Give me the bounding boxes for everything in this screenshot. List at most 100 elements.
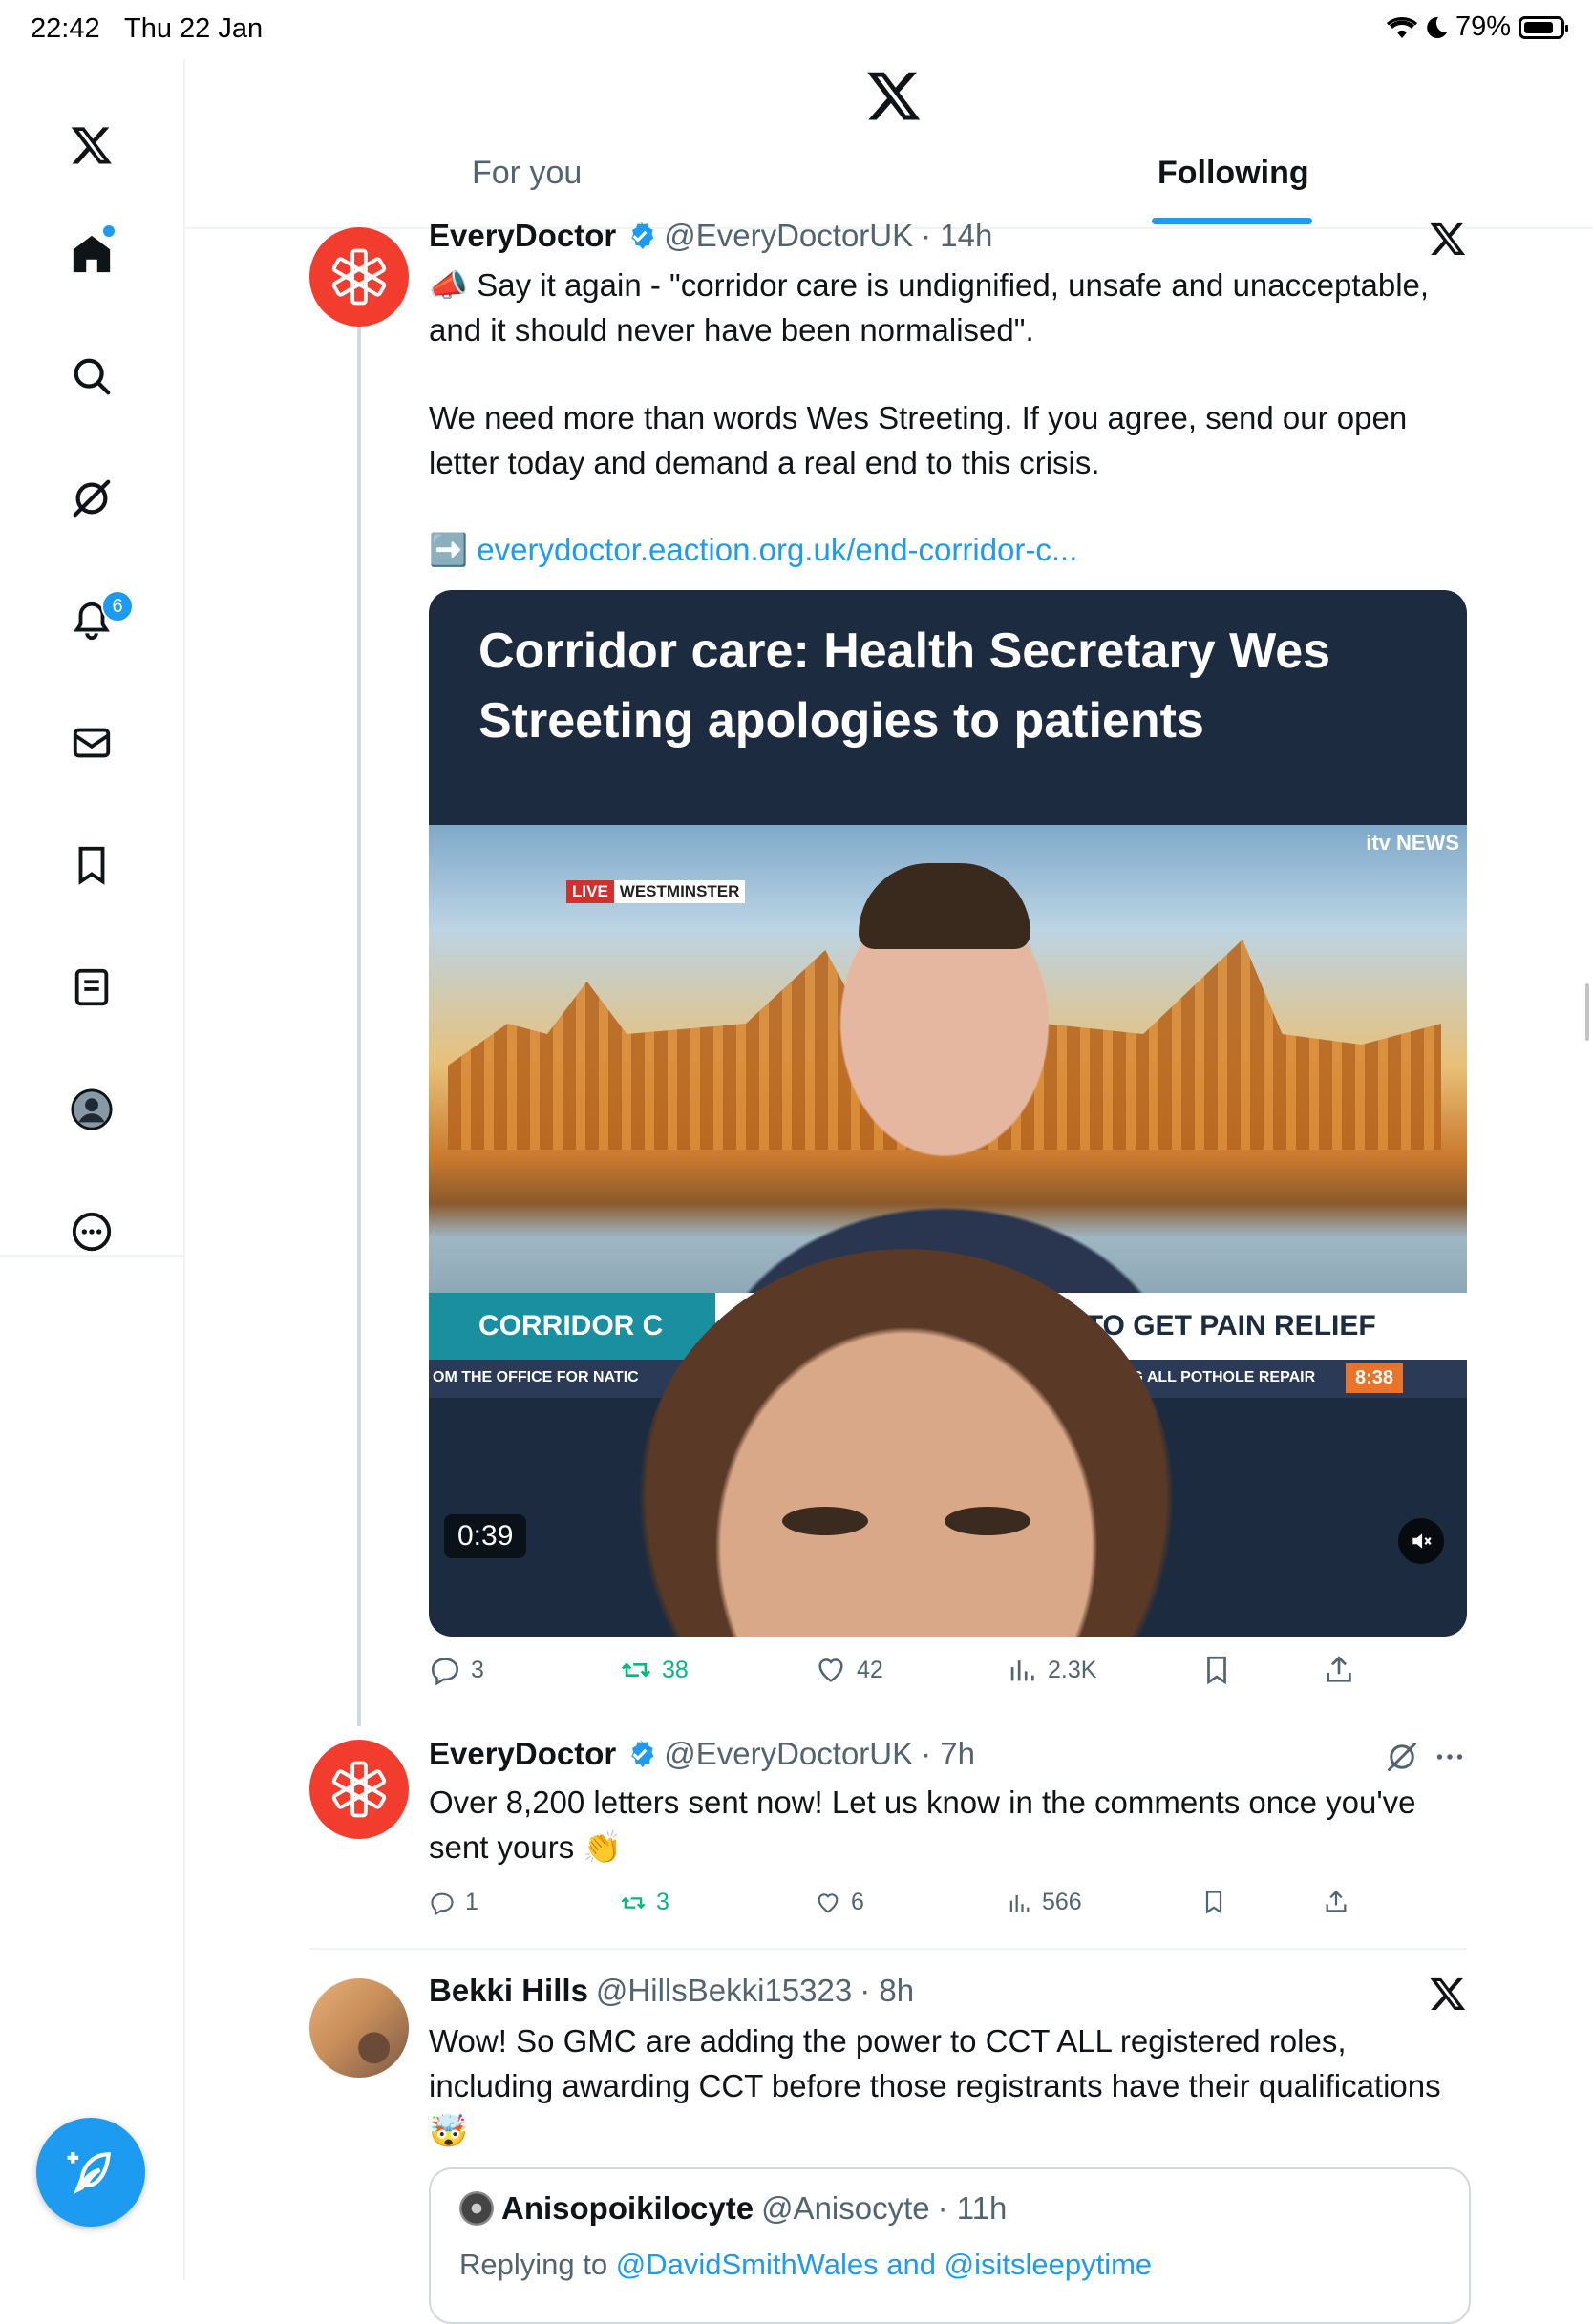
bookmark-button[interactable]: [1200, 1654, 1233, 1686]
moon-icon: [1427, 16, 1447, 38]
tab-following[interactable]: Following: [1158, 155, 1309, 192]
lists-icon[interactable]: [53, 949, 130, 1025]
x-logo-icon[interactable]: [1429, 1975, 1467, 2013]
quote-time: · 11h: [937, 2190, 1008, 2226]
quote-avatar: [459, 2191, 494, 2226]
arrow-right-icon: ➡️: [429, 532, 469, 567]
analytics-icon: [1009, 1894, 1030, 1912]
verified-badge-icon: [631, 222, 654, 250]
views-button[interactable]: 2.3K: [1006, 1654, 1096, 1686]
like-count: 6: [851, 1889, 864, 1915]
grok-icon[interactable]: [53, 460, 130, 537]
tweet-time[interactable]: · 7h: [921, 1736, 975, 1772]
tweet-header: EveryDoctor @EveryDoctorUK · 7h: [429, 1736, 975, 1772]
grok-icon[interactable]: [1385, 1740, 1419, 1774]
notifications-icon[interactable]: 6: [53, 582, 134, 659]
avatar[interactable]: [309, 1978, 409, 2078]
tweet-header: Bekki Hills @HillsBekki15323 · 8h: [429, 1973, 914, 2009]
reply-count: 3: [471, 1656, 484, 1683]
heart-icon: [818, 1892, 839, 1913]
status-bar: 22:42 Thu 22 Jan 79%: [0, 0, 1593, 59]
home-icon[interactable]: [53, 216, 130, 292]
author-handle[interactable]: @EveryDoctorUK: [664, 1736, 913, 1772]
tweet-text: 📣 Say it again - "corridor care is undig…: [429, 267, 1438, 348]
repost-count: 3: [656, 1889, 669, 1915]
reply-to-link[interactable]: @DavidSmithWales and @isitsleepytime: [616, 2248, 1152, 2281]
like-button[interactable]: 6: [815, 1889, 864, 1916]
views-button[interactable]: 566: [1006, 1889, 1082, 1916]
tweet-time[interactable]: · 14h: [921, 218, 992, 254]
reply-icon: [431, 1658, 459, 1686]
author-name[interactable]: EveryDoctor: [429, 218, 616, 254]
view-count: 566: [1042, 1889, 1082, 1915]
x-logo-icon[interactable]: [53, 107, 130, 183]
quote-reply-context: Replying to @DavidSmithWales and @isitsl…: [459, 2248, 1153, 2281]
author-name[interactable]: EveryDoctor: [429, 1736, 616, 1772]
sidebar-divider: [0, 1255, 183, 1257]
tab-for-you[interactable]: For you: [472, 155, 582, 192]
thread-connector-line: [357, 325, 361, 1726]
share-button[interactable]: [1323, 1889, 1349, 1915]
tweet-header: EveryDoctor @EveryDoctorUK · 14h: [429, 218, 992, 254]
tweet-text: We need more than words Wes Streeting. I…: [429, 400, 1416, 480]
battery-icon: [1519, 15, 1568, 39]
share-icon: [1327, 1656, 1351, 1682]
tweet-text: Over 8,200 letters sent now! Let us know…: [429, 1785, 1425, 1865]
more-icon[interactable]: [53, 1194, 130, 1270]
avatar[interactable]: [309, 227, 409, 327]
search-icon[interactable]: [53, 338, 130, 414]
home-unread-dot: [103, 225, 115, 237]
status-date: Thu 22 Jan: [124, 13, 264, 44]
timeline-header: For you Following: [185, 59, 1593, 229]
compose-feather-icon: [67, 2152, 112, 2195]
sidebar: 6: [0, 59, 185, 2280]
quoted-tweet[interactable]: Anisopoikilocyte @Anisocyte · 11h Replyi…: [429, 2167, 1471, 2324]
mute-button[interactable]: [1398, 1518, 1444, 1564]
like-count: 42: [857, 1656, 883, 1683]
bookmark-button[interactable]: [1200, 1889, 1227, 1915]
x-logo-icon[interactable]: [865, 67, 923, 124]
avatar[interactable]: [309, 1740, 409, 1839]
tweet-link-line: ➡️ everydoctor.eaction.org.uk/end-corrid…: [429, 527, 1479, 572]
quote-header: Anisopoikilocyte @Anisocyte · 11h: [459, 2190, 1007, 2227]
heart-icon: [818, 1658, 843, 1682]
wifi-icon: [1386, 16, 1417, 38]
repost-button[interactable]: 38: [620, 1654, 689, 1686]
analytics-icon: [1010, 1660, 1034, 1681]
video-player[interactable]: Corridor care: Health Secretary Wes Stre…: [429, 590, 1467, 1637]
repost-count: 38: [662, 1656, 689, 1683]
author-name[interactable]: Bekki Hills: [429, 1973, 588, 2009]
messages-icon[interactable]: [53, 705, 130, 781]
bookmarks-icon[interactable]: [53, 827, 130, 903]
battery-percentage: 79%: [1455, 11, 1511, 42]
video-headline: Corridor care: Health Secretary Wes Stre…: [478, 623, 1331, 749]
notifications-badge: 6: [101, 590, 134, 623]
reply-button[interactable]: 1: [429, 1889, 478, 1916]
share-button[interactable]: [1323, 1654, 1355, 1686]
everydoctor-logo-icon: [331, 248, 387, 306]
everydoctor-logo-icon: [331, 1761, 387, 1818]
live-tag: LIVE WESTMINSTER: [566, 880, 746, 903]
x-logo-icon[interactable]: [1429, 220, 1467, 258]
author-handle[interactable]: @EveryDoctorUK: [664, 218, 913, 254]
profile-avatar-icon[interactable]: [53, 1071, 130, 1148]
repost-button[interactable]: 3: [620, 1889, 669, 1916]
tweet-time[interactable]: · 8h: [860, 1973, 914, 2009]
repost-icon: [621, 1662, 651, 1678]
reply-button[interactable]: 3: [429, 1654, 484, 1686]
status-time: 22:42: [31, 13, 100, 44]
status-right: 79%: [1386, 11, 1568, 43]
like-button[interactable]: 42: [815, 1654, 883, 1686]
repost-icon: [621, 1896, 646, 1909]
compose-post-button[interactable]: [36, 2118, 145, 2227]
tweet-divider: [309, 1948, 1467, 1950]
quote-author-name: Anisopoikilocyte: [501, 2190, 754, 2226]
bookmark-icon: [1207, 1656, 1226, 1685]
tweet-link[interactable]: everydoctor.eaction.org.uk/end-corridor-…: [477, 532, 1077, 567]
channel-logo: itv NEWS: [1366, 831, 1459, 855]
bookmark-icon: [1205, 1891, 1222, 1914]
author-handle[interactable]: @HillsBekki15323: [596, 1973, 852, 2009]
scrollbar[interactable]: [1585, 983, 1589, 1041]
more-options-icon[interactable]: [1433, 1740, 1467, 1774]
speaker-muted-icon: [1412, 1533, 1432, 1549]
